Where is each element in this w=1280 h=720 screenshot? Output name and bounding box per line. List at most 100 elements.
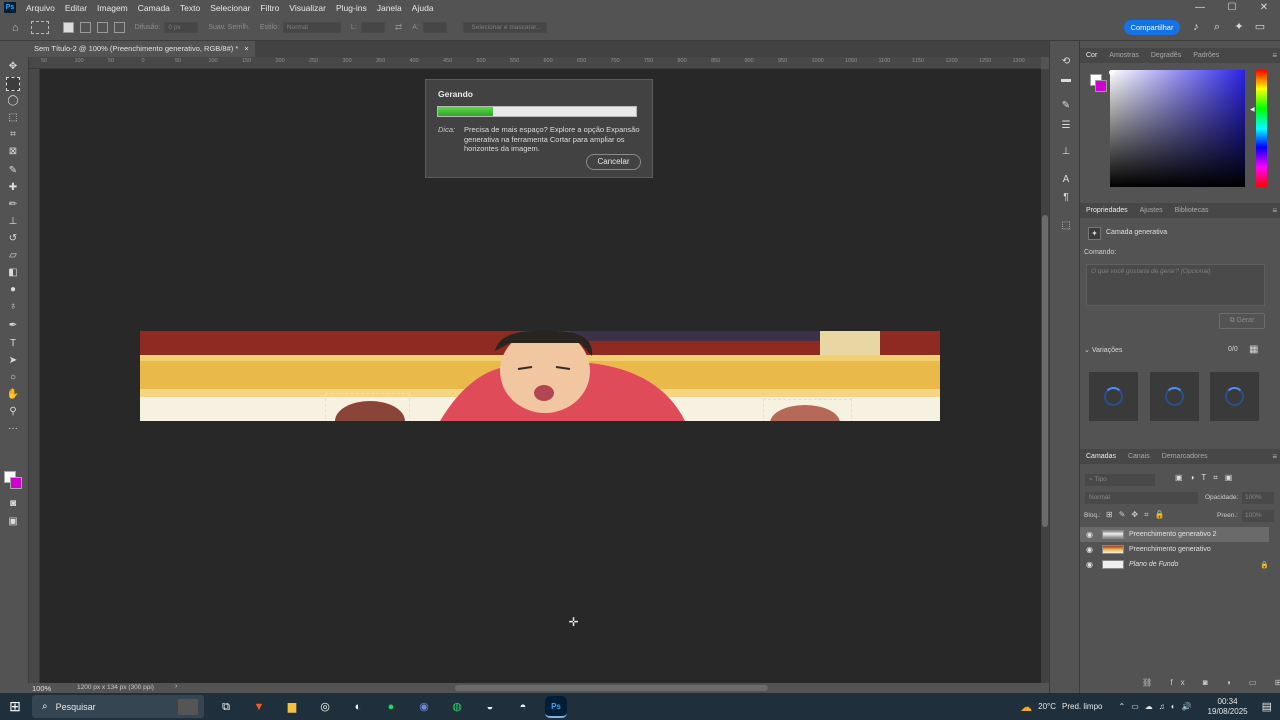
visibility-eye-icon[interactable]: ◉ — [1086, 530, 1098, 539]
grid-view-icon[interactable]: ▦ — [1249, 344, 1258, 355]
hand-tool-icon[interactable]: ✋ — [6, 388, 20, 402]
blur-tool-icon[interactable]: ● — [6, 283, 20, 297]
whatsapp-icon[interactable]: ◍ — [446, 696, 468, 718]
share-button[interactable]: Compartilhar — [1124, 20, 1180, 35]
gradient-tool-icon[interactable]: ◧ — [6, 266, 20, 280]
variation-thumbnail-1[interactable] — [1089, 372, 1138, 421]
maximize-button[interactable]: ☐ — [1216, 2, 1248, 13]
status-arrow-icon[interactable]: › — [175, 683, 177, 690]
fill-input[interactable]: 100% — [1242, 510, 1274, 522]
prompt-input[interactable]: O que você gostaria de gerar? (Opcional) — [1086, 264, 1265, 306]
cancel-button[interactable]: Cancelar — [586, 154, 641, 170]
workspace-icon[interactable]: ✦ — [1232, 20, 1246, 34]
menu-selecionar[interactable]: Selecionar — [210, 3, 250, 13]
panel-menu-icon[interactable]: ≡ — [1272, 206, 1277, 215]
layers-bottom-toolbar[interactable]: ⛓ fx ◙ ◑ ▭ ⊞ 🗑 — [1142, 678, 1280, 687]
menu-filtro[interactable]: Filtro — [260, 3, 279, 13]
height-input[interactable] — [422, 22, 447, 33]
history-panel-icon[interactable]: ⟲ — [1059, 55, 1073, 69]
object-selection-tool-icon[interactable]: ⬚ — [6, 111, 20, 125]
minimize-button[interactable]: — — [1184, 2, 1216, 13]
style-select[interactable]: Normal — [282, 22, 341, 33]
lasso-tool-icon[interactable]: ◯ — [6, 94, 20, 108]
document-image[interactable] — [140, 331, 940, 421]
menu-arquivo[interactable]: Arquivo — [26, 3, 55, 13]
chrome-icon[interactable]: ◎ — [314, 696, 336, 718]
document-info[interactable]: 1200 px x 134 px (300 ppi) — [77, 684, 154, 691]
discord-icon[interactable]: ◉ — [413, 696, 435, 718]
visibility-eye-icon[interactable]: ◉ — [1086, 560, 1098, 569]
marquee-preset-icon[interactable] — [30, 21, 49, 34]
variation-thumbnail-3[interactable] — [1210, 372, 1259, 421]
brave-icon[interactable]: ▼ — [248, 696, 270, 718]
variations-header[interactable]: ⌄ Variações — [1084, 346, 1122, 354]
tab-camadas[interactable]: Camadas — [1086, 453, 1116, 460]
paragraph-panel-icon[interactable]: ¶ — [1059, 191, 1073, 205]
tab-cor[interactable]: Cor — [1086, 52, 1097, 59]
opacity-input[interactable]: 100% — [1242, 492, 1274, 504]
tab-ajustes[interactable]: Ajustes — [1140, 207, 1163, 214]
menu-texto[interactable]: Texto — [180, 3, 200, 13]
photoshop-taskbar-icon[interactable]: Ps — [545, 695, 567, 718]
taskbar-search[interactable]: ⌕ Pesquisar — [32, 695, 204, 718]
hue-marker-icon[interactable]: ◀ — [1250, 106, 1255, 113]
home-icon[interactable]: ⌂ — [12, 22, 19, 34]
visibility-eye-icon[interactable]: ◉ — [1086, 545, 1098, 554]
background-color-swatch[interactable] — [1095, 80, 1107, 92]
hue-slider[interactable] — [1256, 70, 1267, 187]
spotify-icon[interactable]: ● — [380, 696, 402, 718]
anti-alias-checkbox[interactable]: Suav. Serrilh. — [208, 24, 250, 31]
blend-mode-select[interactable]: Normal — [1085, 492, 1198, 504]
shape-tool-icon[interactable]: ○ — [6, 371, 20, 385]
windows-start-icon[interactable]: ⊞ — [0, 693, 30, 720]
tab-degrades[interactable]: Degradês — [1151, 52, 1181, 59]
clone-source-panel-icon[interactable]: ⊥ — [1059, 145, 1073, 159]
frame-tool-icon[interactable]: ⊠ — [6, 145, 20, 159]
notification-icon[interactable]: ▤ — [1262, 700, 1272, 713]
system-tray-icons[interactable]: ⌃▭☁♫◐🔊 — [1118, 702, 1197, 711]
background-color-swatch[interactable] — [10, 477, 22, 489]
feather-input[interactable]: 0 px — [164, 22, 199, 33]
healing-brush-tool-icon[interactable]: ✚ — [6, 181, 20, 195]
file-explorer-icon[interactable]: ▆ — [281, 696, 303, 718]
brush-tool-icon[interactable]: ✏ — [6, 198, 20, 212]
subtract-selection-icon[interactable] — [96, 22, 108, 33]
weather-desc[interactable]: Pred. limpo — [1062, 702, 1102, 711]
tab-amostras[interactable]: Amostras — [1109, 52, 1139, 59]
color-picker-marker[interactable] — [1109, 70, 1114, 75]
bell-icon[interactable]: ♪ — [1189, 20, 1203, 34]
quick-mask-icon[interactable]: ◙ — [6, 497, 20, 511]
history-brush-tool-icon[interactable]: ↺ — [6, 232, 20, 246]
app-icon[interactable]: ◒ — [479, 696, 501, 718]
layer-filter-icons[interactable]: ▣◑T⌗▣ — [1175, 473, 1239, 483]
add-selection-icon[interactable] — [79, 22, 91, 33]
document-tab-close-icon[interactable]: × — [244, 44, 248, 53]
menu-plugins[interactable]: Plug-ins — [336, 3, 367, 13]
tab-propriedades[interactable]: Propriedades — [1086, 207, 1128, 214]
3d-panel-icon[interactable]: ⬚ — [1059, 219, 1073, 233]
brush-panel-icon[interactable]: ✎ — [1059, 99, 1073, 113]
weather-icon[interactable]: ☁ — [1020, 700, 1032, 714]
variation-thumbnail-2[interactable] — [1150, 372, 1199, 421]
tab-bibliotecas[interactable]: Bibliotecas — [1175, 207, 1209, 214]
crop-tool-icon[interactable]: ⌗ — [6, 128, 20, 142]
panel-menu-icon[interactable]: ≡ — [1272, 452, 1277, 461]
path-selection-tool-icon[interactable]: ➤ — [6, 354, 20, 368]
move-tool-icon[interactable]: ✥ — [6, 60, 20, 74]
comments-panel-icon[interactable]: ▬ — [1059, 73, 1073, 87]
new-selection-icon[interactable] — [62, 22, 74, 33]
marquee-tool-icon[interactable] — [6, 77, 20, 91]
type-tool-icon[interactable]: T — [6, 337, 20, 351]
width-input[interactable] — [360, 22, 385, 33]
layer-filter-input[interactable]: ⌕ Tipo — [1085, 474, 1155, 486]
tab-canais[interactable]: Canais — [1128, 453, 1150, 460]
panel-menu-icon[interactable]: ≡ — [1272, 51, 1277, 60]
weather-temp[interactable]: 20°C — [1038, 702, 1056, 711]
tab-demarcadores[interactable]: Demarcadores — [1162, 453, 1208, 460]
lock-icons[interactable]: ⊞✎✥⌗🔒 — [1106, 510, 1171, 520]
tab-padroes[interactable]: Padrões — [1193, 52, 1219, 59]
search-icon[interactable]: ⌕ — [1210, 20, 1224, 34]
generate-button[interactable]: ⧉ Gerar — [1219, 313, 1265, 329]
zoom-tool-icon[interactable]: ⚲ — [6, 405, 20, 419]
layer-row[interactable]: ◉ Preenchimento generativo — [1080, 542, 1269, 557]
